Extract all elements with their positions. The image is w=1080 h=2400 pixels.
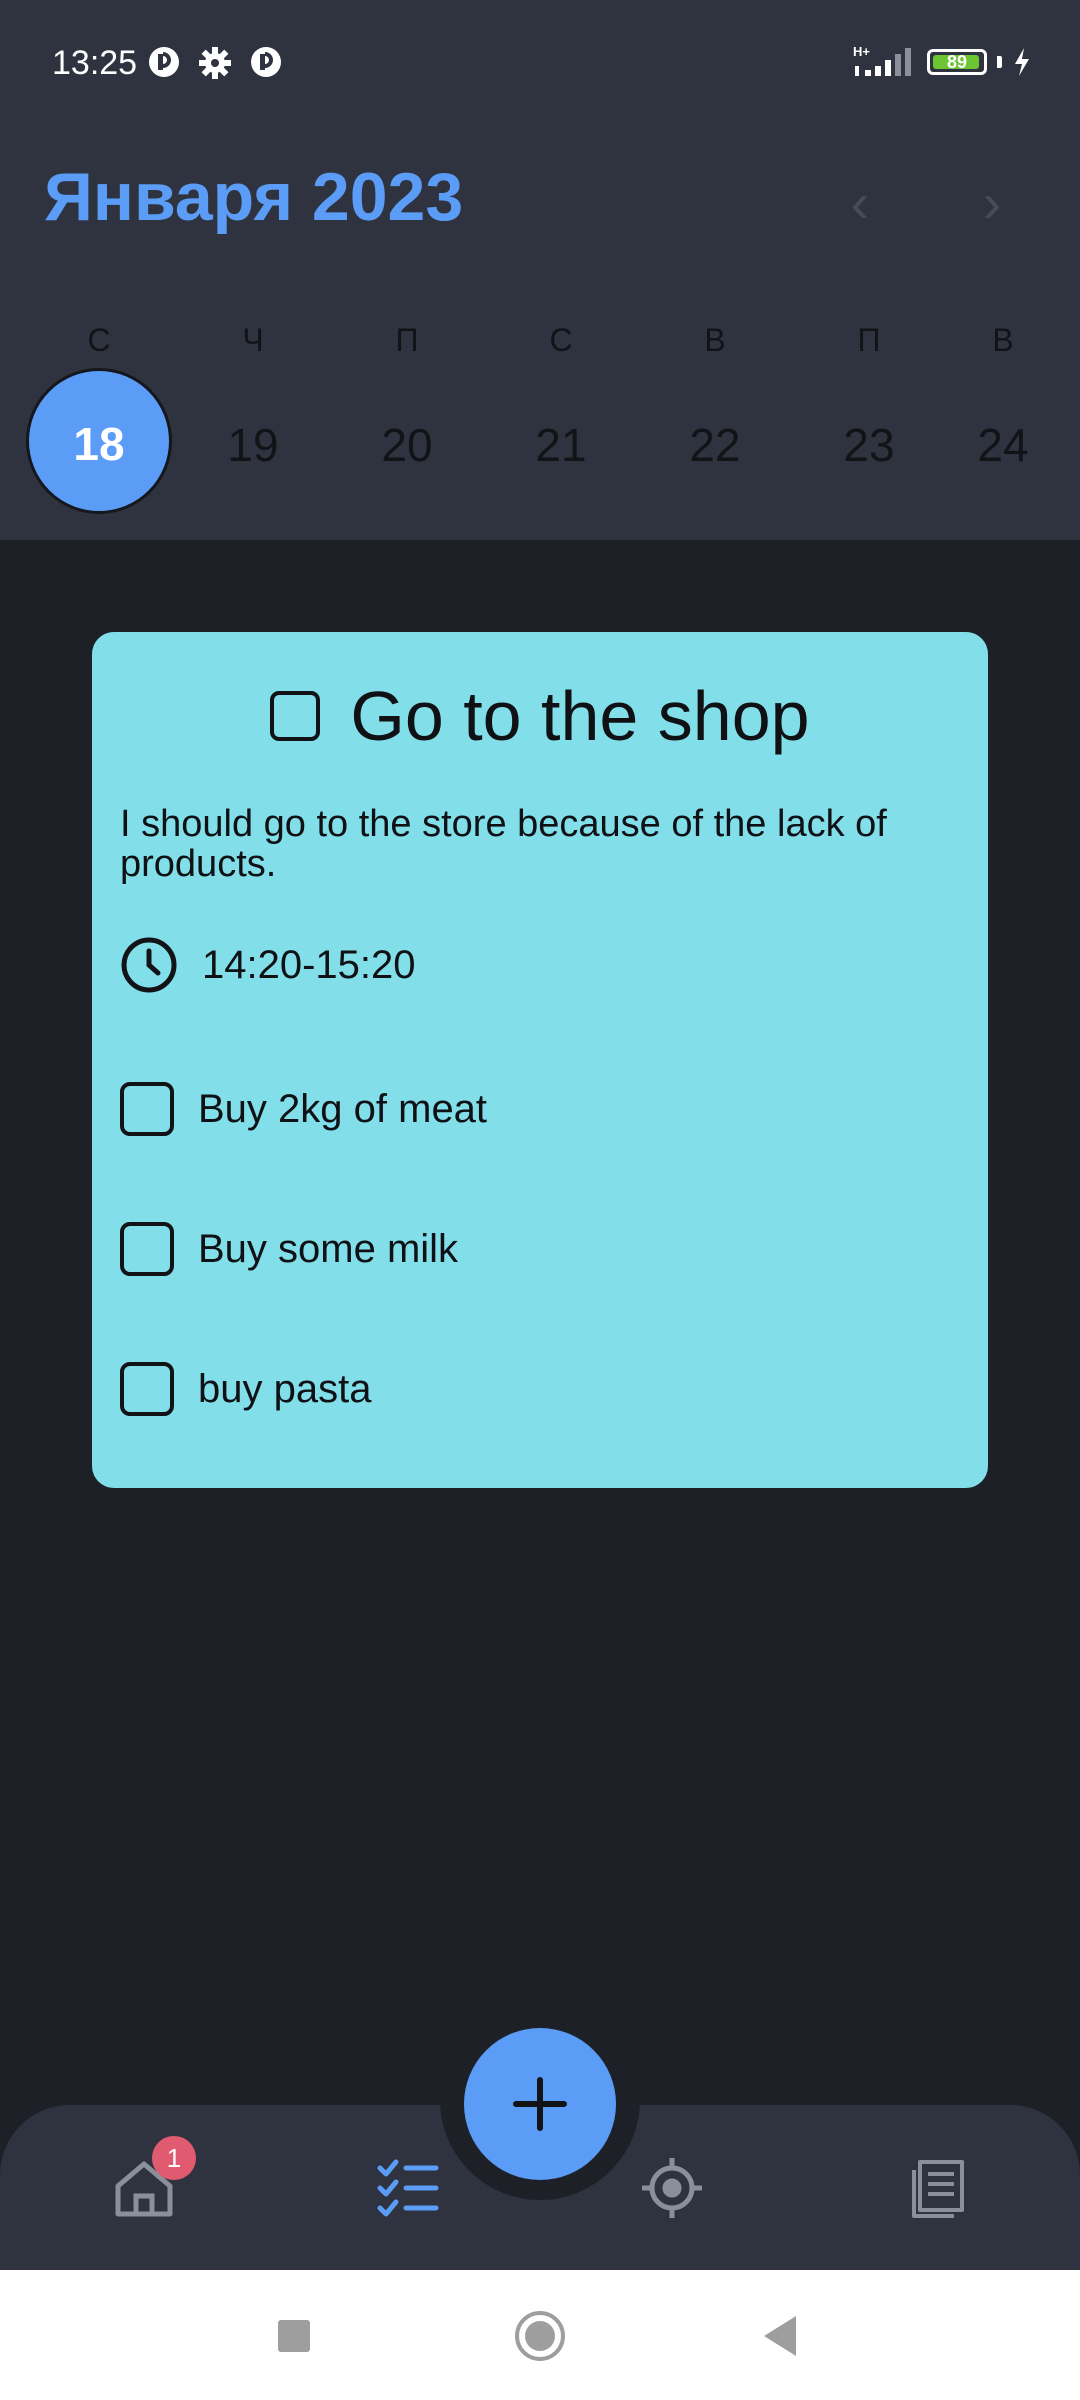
weekday-label: П [857,322,881,358]
task-card[interactable]: Go to the shop I should go to the store … [92,632,988,1488]
plus-icon [513,2077,567,2131]
day-cell[interactable]: 24 [928,370,1078,520]
weekday-label: С [549,322,573,358]
svg-text:H+: H+ [853,44,870,59]
charging-icon [1015,48,1029,76]
status-system-icons: H+ 89 [851,44,1032,80]
tasks-icon [377,2159,439,2217]
status-bar: 13:25 H+ 89 [0,0,1080,130]
day-cell[interactable]: 23 [794,370,944,520]
day-cell-selected[interactable]: 18 [26,368,172,514]
task-time-row: 14:20-15:20 [120,936,416,994]
task-complete-checkbox[interactable] [270,691,321,741]
target-icon [642,2158,702,2218]
month-title: Января 2023 [44,159,464,235]
settings-gear-icon [199,47,231,79]
task-description: I should go to the store because of the … [120,803,887,885]
subtask-item[interactable]: Buy 2kg of meat [120,1082,487,1136]
subtask-label: buy pasta [198,1366,372,1411]
weekday-label: В [704,322,726,358]
system-navigation-bar [0,2270,1080,2400]
subtask-item[interactable]: Buy some milk [120,1222,458,1276]
recents-icon[interactable] [276,2318,312,2354]
notes-icon [912,2160,964,2218]
status-time: 13:25 [52,44,138,82]
task-title: Go to the shop [350,677,810,755]
next-week-button[interactable]: › [962,170,1022,235]
day-cell[interactable]: 22 [640,370,790,520]
home-system-icon[interactable] [514,2310,566,2362]
day-cell[interactable]: 20 [332,370,482,520]
calendar-header: Января 2023 ‹ › С Ч П С В П В 18 19 20 2… [0,130,1080,540]
app-notification-icon [149,47,179,77]
weekday-label: В [992,322,1014,358]
nav-notes[interactable] [906,2156,970,2225]
battery-icon: 89 [927,49,987,75]
nav-focus[interactable] [640,2156,704,2225]
subtask-checkbox[interactable] [120,1362,174,1416]
battery-cap [997,56,1002,68]
status-notification-icons [148,46,282,80]
subtask-checkbox[interactable] [120,1222,174,1276]
subtask-label: Buy some milk [198,1226,459,1271]
weekday-label: Ч [242,322,264,358]
task-time: 14:20-15:20 [202,942,416,987]
home-badge: 1 [152,2136,196,2180]
task-title-row: Go to the shop [92,676,988,756]
battery-percent: 89 [946,51,968,72]
signal-icon: H+ [853,44,911,76]
clock-icon [121,937,177,993]
subtask-checkbox[interactable] [120,1082,174,1136]
back-icon[interactable] [760,2314,800,2358]
subtask-item[interactable]: buy pasta [120,1362,371,1416]
weekday-label: П [395,322,419,358]
add-task-button[interactable] [464,2028,616,2180]
previous-week-button[interactable]: ‹ [830,170,890,235]
app-notification-icon-2 [251,47,281,77]
day-cell[interactable]: 19 [178,370,328,520]
nav-tasks[interactable] [376,2156,440,2225]
weekday-label: С [87,322,111,358]
day-cell[interactable]: 21 [486,370,636,520]
subtask-label: Buy 2kg of meat [198,1086,488,1131]
